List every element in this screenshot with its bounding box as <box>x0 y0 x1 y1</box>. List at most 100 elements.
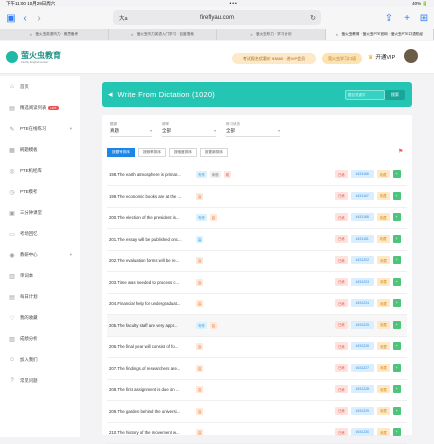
add-button[interactable]: + <box>393 428 401 436</box>
sidebar-item[interactable]: ▦刷题模板 <box>0 140 80 160</box>
list-item[interactable]: 207.The findings of researchers are...高已… <box>107 358 407 380</box>
list-item[interactable]: 204.Financial help for undergraduat...高已… <box>107 293 407 315</box>
promo-pill[interactable]: 考试报名优惠价 ¥3880 · 进VIP会员 <box>232 53 316 64</box>
filter-frequency-select[interactable]: 全部▾ <box>162 128 216 137</box>
add-button[interactable]: + <box>393 364 401 372</box>
list-item[interactable]: 202.The evaluation forms will be re...高已… <box>107 250 407 272</box>
question-code[interactable]: #151229 <box>351 407 374 415</box>
close-icon[interactable]: ✕ <box>131 33 134 37</box>
browser-tab[interactable]: ✕萤火虫教育 · 萤火虫PTE官网 · 萤火虫PTE口语机经 <box>326 29 434 40</box>
question-title[interactable]: 210.The history of the movement w... <box>109 430 193 435</box>
question-code[interactable]: #151226 <box>351 342 374 350</box>
add-button[interactable]: + <box>393 407 401 415</box>
question-title[interactable]: 208.The first assignment is due on ... <box>109 387 193 392</box>
close-icon[interactable]: ✕ <box>336 33 339 37</box>
add-button[interactable]: + <box>393 170 401 178</box>
list-item[interactable]: 203.Time was needed to process c...高已练#1… <box>107 272 407 294</box>
list-item[interactable]: 208.The first assignment is due on ...高已… <box>107 379 407 401</box>
question-code[interactable]: #151227 <box>351 364 374 372</box>
question-code[interactable]: #151167 <box>351 192 374 200</box>
practiced-button[interactable]: 已练 <box>335 364 348 372</box>
favorite-button[interactable]: 收藏 <box>377 170 390 178</box>
sidebar-item[interactable]: ▭考场回忆 <box>0 224 80 244</box>
sidebar-item[interactable]: ◎PTE机经库 <box>0 161 80 181</box>
add-button[interactable]: + <box>393 235 401 243</box>
question-title[interactable]: 203.Time was needed to process c... <box>109 280 193 285</box>
search-input[interactable]: 题目关键字 <box>345 90 385 100</box>
sort-tab[interactable]: 按题号排序 <box>107 148 135 157</box>
question-code[interactable]: #151225 <box>351 321 374 329</box>
practiced-button[interactable]: 已练 <box>335 170 348 178</box>
list-item[interactable]: 205.The faculty staff are very appr...写作… <box>107 315 407 337</box>
browser-tab[interactable]: ✕萤火虫听力英语入门学习 · 百度搜索 <box>109 29 218 40</box>
list-item[interactable]: 210.The history of the movement w...高已练#… <box>107 422 407 444</box>
question-code[interactable]: #151203 <box>351 278 374 286</box>
question-title[interactable]: 202.The evaluation forms will be re... <box>109 258 193 263</box>
add-button[interactable]: + <box>393 385 401 393</box>
back-arrow-icon[interactable]: ‹ <box>18 13 32 24</box>
browser-tab[interactable]: ✕萤火虫英语听力 · 雅思备考 <box>0 29 109 40</box>
list-item[interactable]: 199.The economic books are at the ...高已练… <box>107 186 407 208</box>
question-title[interactable]: 200.The election of the president is... <box>109 215 193 220</box>
sidebar-toggle-icon[interactable]: ▣ <box>4 13 18 24</box>
add-button[interactable]: + <box>393 213 401 221</box>
question-code[interactable]: #151228 <box>351 385 374 393</box>
add-button[interactable]: + <box>393 342 401 350</box>
practiced-button[interactable]: 已练 <box>335 213 348 221</box>
add-button[interactable]: + <box>393 192 401 200</box>
filter-status-select[interactable]: 全部▾ <box>226 128 280 137</box>
add-button[interactable]: + <box>393 321 401 329</box>
new-tab-icon[interactable]: + <box>400 13 414 24</box>
favorite-button[interactable]: 收藏 <box>377 192 390 200</box>
sort-tab[interactable]: 按更新排序 <box>200 148 228 157</box>
practiced-button[interactable]: 已练 <box>335 278 348 286</box>
practiced-button[interactable]: 已练 <box>335 192 348 200</box>
sort-tab[interactable]: 按难度排序 <box>169 148 197 157</box>
question-title[interactable]: 206.The final year will consist of fo... <box>109 344 193 349</box>
question-code[interactable]: #151166 <box>351 170 374 178</box>
close-icon[interactable]: ✕ <box>29 33 32 37</box>
question-code[interactable]: #151181 <box>351 235 374 243</box>
sidebar-item[interactable]: ☺加入我们 <box>0 350 80 370</box>
practiced-button[interactable]: 已练 <box>335 235 348 243</box>
favorite-button[interactable]: 收藏 <box>377 364 390 372</box>
favorite-button[interactable]: 收藏 <box>377 407 390 415</box>
tab-overview-icon[interactable]: ⊞ <box>417 13 431 24</box>
practiced-button[interactable]: 已练 <box>335 407 348 415</box>
question-title[interactable]: 199.The economic books are at the ... <box>109 194 193 199</box>
list-item[interactable]: 198.The earth atmosphere is primar...写作黄… <box>107 164 407 186</box>
close-icon[interactable]: ✕ <box>250 33 253 37</box>
sidebar-item[interactable]: ◉教研中心▾ <box>0 245 80 265</box>
question-code[interactable]: #151224 <box>351 299 374 307</box>
favorite-button[interactable]: 收藏 <box>377 256 390 264</box>
practiced-button[interactable]: 已练 <box>335 342 348 350</box>
sidebar-item[interactable]: ♡我的收藏 <box>0 308 80 328</box>
favorite-button[interactable]: 收藏 <box>377 235 390 243</box>
favorite-button[interactable]: 收藏 <box>377 385 390 393</box>
sidebar-item[interactable]: ✎PTE在线练习▾ <box>0 119 80 139</box>
add-button[interactable]: + <box>393 256 401 264</box>
sidebar-item[interactable]: ▨成绩分析 <box>0 329 80 349</box>
favorite-button[interactable]: 收藏 <box>377 299 390 307</box>
favorite-button[interactable]: 收藏 <box>377 213 390 221</box>
sidebar-item[interactable]: ?常见问题 <box>0 371 80 391</box>
sidebar-item[interactable]: ⌂首页 <box>0 77 80 97</box>
sidebar-item[interactable]: ▤精选阅读列表HOT <box>0 98 80 118</box>
list-item[interactable]: 200.The election of the president is...写… <box>107 207 407 229</box>
add-button[interactable]: + <box>393 299 401 307</box>
sidebar-item[interactable]: ▣三分钟课堂 <box>0 203 80 223</box>
share-icon[interactable]: ⇪ <box>382 13 396 24</box>
filter-source-select[interactable]: 真题▾ <box>110 128 152 137</box>
favorite-button[interactable]: 收藏 <box>377 342 390 350</box>
list-item[interactable]: 201.The essay will be published onc...高已… <box>107 229 407 251</box>
practiced-button[interactable]: 已练 <box>335 385 348 393</box>
favorite-button[interactable]: 收藏 <box>377 428 390 436</box>
reload-icon[interactable]: ↻ <box>310 14 316 22</box>
question-code[interactable]: #151230 <box>351 428 374 436</box>
browser-tab[interactable]: ✕萤火虫听力 · 学习计划 <box>217 29 326 40</box>
list-item[interactable]: 209.The garden behind the universi...高已练… <box>107 401 407 423</box>
favorite-button[interactable]: 收藏 <box>377 278 390 286</box>
reader-aa-icon[interactable]: 大a <box>119 14 128 22</box>
practiced-button[interactable]: 已练 <box>335 321 348 329</box>
sidebar-item[interactable]: ▤每日计划 <box>0 287 80 307</box>
